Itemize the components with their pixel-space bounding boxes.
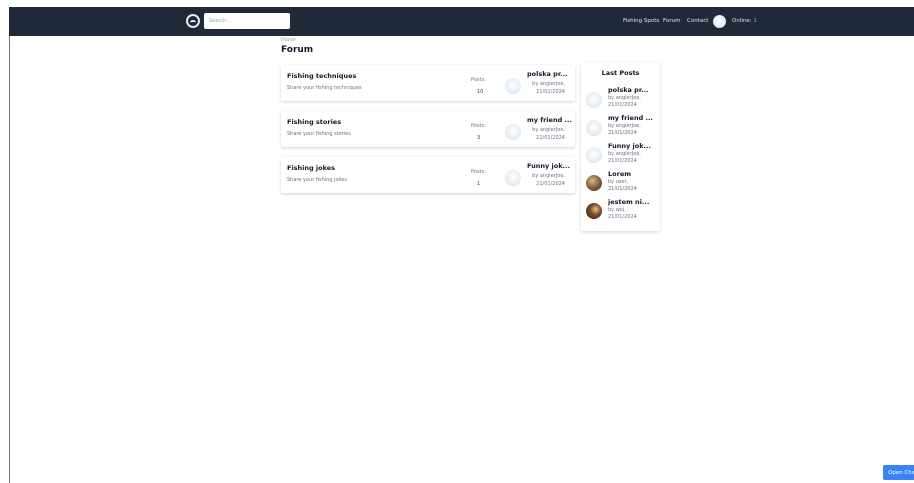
forum-card-stories[interactable]: Fishing stories Share your fishing stori… (281, 111, 575, 147)
last-post-author: by anglerJoe, (532, 127, 565, 133)
last-post-title[interactable]: Lorem (608, 170, 656, 178)
last-post-item[interactable]: my friend ... by anglerJoe, 21/01/2024 (581, 114, 660, 142)
last-posts-heading: Last Posts (601, 69, 640, 77)
open-chat-button[interactable]: Open Chat (883, 465, 914, 480)
last-post-date: 21/01/2024 (608, 130, 637, 136)
last-post-item[interactable]: polska pr... by anglerJoe, 21/01/2024 (581, 86, 660, 114)
posts-count: 10 (477, 89, 484, 95)
last-post-item[interactable]: Funny jok... by anglerJoe, 21/01/2024 (581, 142, 660, 170)
forum-title[interactable]: Fishing stories (287, 118, 341, 126)
default-avatar-icon (505, 124, 521, 140)
default-avatar-icon (586, 120, 602, 136)
forum-card-jokes[interactable]: Fishing jokes Share your fishing jokes P… (281, 157, 575, 193)
search-input[interactable] (204, 13, 290, 29)
last-post-date: 21/01/2024 (608, 186, 637, 192)
last-post-title[interactable]: Funny jok... (608, 142, 656, 150)
default-avatar-icon (586, 147, 602, 163)
last-post-author: by anglerJoe, (608, 123, 641, 129)
last-post-title[interactable]: my friend ... (527, 116, 573, 124)
last-post-title[interactable]: my friend ... (608, 114, 656, 122)
last-post-author: by anglerJoe, (532, 173, 565, 179)
last-post-author: by anglerJoe, (608, 95, 641, 101)
last-post-author: by anglerJoe, (532, 81, 565, 87)
last-post-author: by anglerJoe, (608, 151, 641, 157)
last-post-item[interactable]: jestem ni... by woj, 21/01/2024 (581, 198, 660, 226)
posts-count: 3 (477, 135, 481, 141)
page-left-border (9, 36, 10, 483)
default-avatar-icon (505, 78, 521, 94)
page-title: Forum (281, 45, 314, 55)
forum-card-techniques[interactable]: Fishing techniques Share your fishing te… (281, 65, 575, 101)
default-avatar-icon (586, 92, 602, 108)
fish-logo-icon[interactable] (186, 14, 200, 28)
last-post-date: 21/01/2024 (536, 89, 565, 95)
forum-title[interactable]: Fishing jokes (287, 164, 335, 172)
last-post-title[interactable]: polska pr... (527, 70, 573, 78)
last-post-title[interactable]: jestem ni... (608, 198, 656, 206)
forum-description: Share your fishing jokes (287, 177, 347, 183)
photo-avatar-icon (586, 203, 602, 219)
posts-label: Posts: (471, 77, 486, 83)
forum-title[interactable]: Fishing techniques (287, 72, 356, 80)
forum-description: Share your fishing stories (287, 131, 351, 137)
user-avatar-icon[interactable] (713, 15, 726, 28)
online-label: Online: (732, 18, 752, 24)
posts-count: 1 (477, 181, 481, 187)
last-post-author: by user, (608, 179, 629, 185)
nav-contact-link[interactable]: Contact (687, 18, 708, 24)
last-post-title[interactable]: polska pr... (608, 86, 656, 94)
last-post-item[interactable]: Lorem by user, 21/01/2024 (581, 170, 660, 198)
default-avatar-icon (505, 170, 521, 186)
nav-forum-link[interactable]: Forum (663, 18, 680, 24)
photo-avatar-icon (586, 175, 602, 191)
posts-label: Posts: (471, 169, 486, 175)
forum-description: Share your fishing techniques (287, 85, 362, 91)
breadcrumb-home[interactable]: Home (281, 37, 296, 43)
last-post-date: 21/01/2024 (608, 102, 637, 108)
top-navbar (9, 7, 914, 36)
last-post-author: by woj, (608, 207, 626, 213)
last-post-date: 21/01/2024 (608, 158, 637, 164)
online-count: 1 (753, 18, 757, 24)
online-status: Online: 1 (732, 18, 757, 24)
last-post-date: 21/01/2024 (536, 181, 565, 187)
last-posts-panel: Last Posts polska pr... by anglerJoe, 21… (581, 62, 660, 231)
last-post-date: 21/01/2024 (536, 135, 565, 141)
nav-fishing-spots-link[interactable]: Fishing Spots (623, 18, 659, 24)
posts-label: Posts: (471, 123, 486, 129)
last-post-date: 21/01/2024 (608, 214, 637, 220)
last-post-title[interactable]: Funny jok... (527, 162, 573, 170)
